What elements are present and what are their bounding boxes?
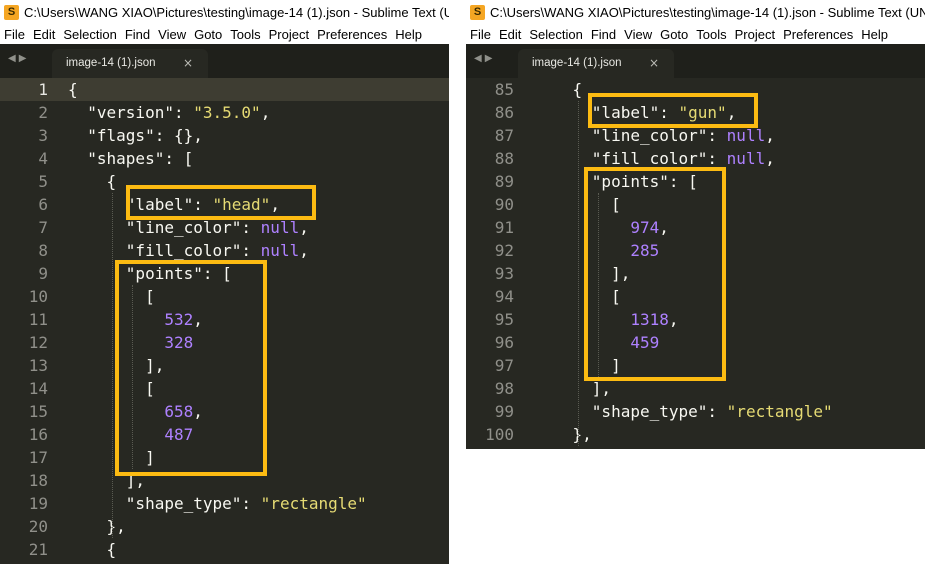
code-line: {: [68, 172, 117, 191]
line-number: 20: [28, 517, 48, 536]
line-number: 17: [28, 448, 48, 467]
menu-bar: File Edit Selection Find View Goto Tools Projec…: [466, 24, 925, 44]
line-number: 18: [28, 471, 48, 490]
line-number: 91: [494, 218, 514, 237]
menu-goto[interactable]: Goto: [190, 27, 226, 42]
tab-nav-arrows-icon[interactable]: ◀▶: [474, 53, 495, 64]
title-bar: S C:\Users\WANG XIAO\Pictures\testing\im…: [0, 0, 449, 24]
code-line: "version": "3.5.0",: [87, 103, 271, 122]
tab-label: image-14 (1).json: [66, 57, 156, 69]
code-line: },: [68, 517, 126, 536]
line-number: 87: [494, 126, 514, 145]
menu-edit[interactable]: Edit: [495, 27, 525, 42]
menu-selection[interactable]: Selection: [525, 27, 586, 42]
line-number: 9: [38, 264, 48, 283]
line-number: 86: [494, 103, 514, 122]
highlight-box-label: [126, 185, 316, 220]
menu-tools[interactable]: Tools: [226, 27, 264, 42]
menu-edit[interactable]: Edit: [29, 27, 59, 42]
menu-help[interactable]: Help: [857, 27, 892, 42]
menu-tools[interactable]: Tools: [692, 27, 730, 42]
close-icon[interactable]: ×: [649, 56, 659, 70]
line-number: 11: [28, 310, 48, 329]
menu-help[interactable]: Help: [391, 27, 426, 42]
line-number: 15: [28, 402, 48, 421]
menu-file[interactable]: File: [0, 27, 29, 42]
menu-preferences[interactable]: Preferences: [779, 27, 857, 42]
line-number: 95: [494, 310, 514, 329]
sublime-window-right: S C:\Users\WANG XIAO\Pictures\testing\im…: [466, 0, 925, 449]
window-title: C:\Users\WANG XIAO\Pictures\testing\imag…: [490, 4, 925, 20]
menu-project[interactable]: Project: [265, 27, 313, 42]
tab-bar: ◀▶ image-14 (1).json ×: [466, 44, 925, 78]
menu-view[interactable]: View: [154, 27, 190, 42]
line-number: 16: [28, 425, 48, 444]
close-icon[interactable]: ×: [183, 56, 193, 70]
line-number: 93: [494, 264, 514, 283]
line-number: 21: [28, 540, 48, 559]
sublime-app-icon: S: [4, 4, 19, 20]
menu-preferences[interactable]: Preferences: [313, 27, 391, 42]
line-number: 10: [28, 287, 48, 306]
line-number: 1: [38, 80, 48, 99]
line-number: 2: [38, 103, 48, 122]
line-number: 85: [494, 80, 514, 99]
line-number: 14: [28, 379, 48, 398]
line-number: 96: [494, 333, 514, 352]
line-number: 99: [494, 402, 514, 421]
sublime-window-left: S C:\Users\WANG XIAO\Pictures\testing\im…: [0, 0, 449, 564]
menu-find[interactable]: Find: [587, 27, 620, 42]
menu-project[interactable]: Project: [731, 27, 779, 42]
tab-bar: ◀▶ image-14 (1).json ×: [0, 44, 449, 78]
code-line: },: [534, 425, 592, 444]
tab-label: image-14 (1).json: [532, 57, 622, 69]
line-number: 12: [28, 333, 48, 352]
highlight-box-label: [588, 93, 758, 128]
line-number-gutter: 1 2 3 4 5 6 7 8 9 10 11 12 13 14 15 16 17 18 19 20 21: [0, 78, 58, 564]
line-number: 90: [494, 195, 514, 214]
line-number: 7: [38, 218, 48, 237]
line-number: 4: [38, 149, 48, 168]
line-number: 97: [494, 356, 514, 375]
line-number-gutter: 85 86 87 88 89 90 91 92 93 94 95 96 97 98 99 100: [466, 78, 524, 449]
tab-nav-arrows-icon[interactable]: ◀▶: [8, 53, 29, 64]
window-title: C:\Users\WANG XIAO\Pictures\testing\imag…: [24, 4, 449, 20]
tab-file[interactable]: image-14 (1).json ×: [518, 49, 674, 78]
indent-guide: [578, 101, 580, 446]
line-number: 89: [494, 172, 514, 191]
menu-file[interactable]: File: [466, 27, 495, 42]
line-number: 88: [494, 149, 514, 168]
menu-bar: File Edit Selection Find View Goto Tools Projec…: [0, 24, 449, 44]
menu-goto[interactable]: Goto: [656, 27, 692, 42]
line-number: 6: [38, 195, 48, 214]
line-number: 98: [494, 379, 514, 398]
line-number: 94: [494, 287, 514, 306]
code-line: "shapes": [: [87, 149, 194, 168]
highlight-box-points: [115, 260, 267, 476]
indent-guide: [112, 193, 114, 538]
current-line-highlight: [58, 78, 449, 101]
code-line: {: [68, 80, 78, 99]
line-number: 8: [38, 241, 48, 260]
code-line: {: [68, 540, 117, 559]
line-number: 92: [494, 241, 514, 260]
line-number: 3: [38, 126, 48, 145]
code-line: {: [534, 80, 583, 99]
menu-selection[interactable]: Selection: [59, 27, 120, 42]
line-number: 100: [485, 425, 514, 444]
code-line: "fill_color": null,: [125, 241, 309, 260]
title-bar: S C:\Users\WANG XIAO\Pictures\testing\im…: [466, 0, 925, 24]
sublime-app-icon: S: [470, 4, 485, 20]
line-number: 13: [28, 356, 48, 375]
line-number: 19: [28, 494, 48, 513]
tab-file[interactable]: image-14 (1).json ×: [52, 49, 208, 78]
highlight-box-points: [584, 167, 726, 381]
line-number: 5: [38, 172, 48, 191]
code-line: "flags": {},: [87, 126, 203, 145]
menu-find[interactable]: Find: [121, 27, 154, 42]
menu-view[interactable]: View: [620, 27, 656, 42]
